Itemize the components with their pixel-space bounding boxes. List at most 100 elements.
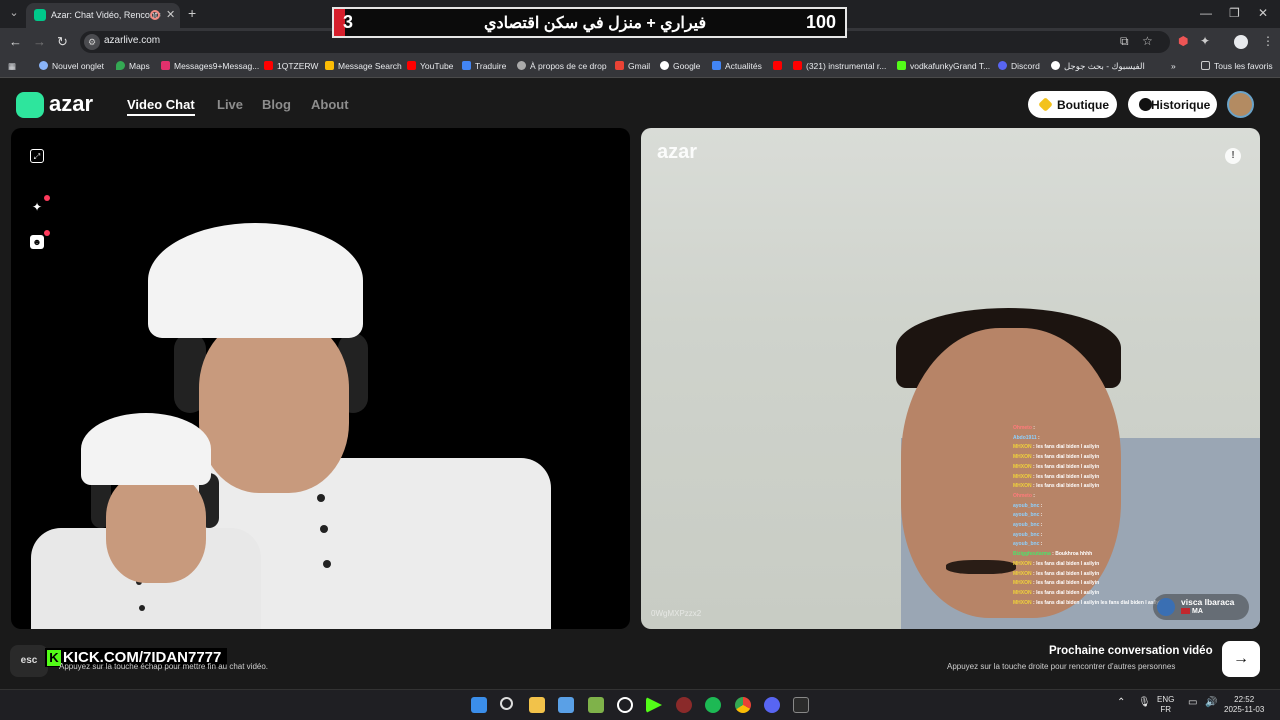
chat-line: MHXON : les fans dial biden l asilyin — [1013, 463, 1100, 470]
kick-app-icon[interactable] — [646, 697, 662, 713]
microphone-icon[interactable]: 🎙 — [1138, 697, 1151, 708]
jacket-button-shape — [320, 525, 328, 533]
chef-hat-shape — [148, 223, 363, 338]
overlay-arabic-text: فيراري + منزل في سكن اقتصادي — [484, 15, 707, 32]
chat-line: MHXON : les fans dial biden l asilyin — [1013, 483, 1100, 490]
chat-line: MHXON : les fans dial biden l asilyin — [1013, 580, 1100, 587]
bookmark-item[interactable]: Google — [660, 61, 700, 71]
nav-live[interactable]: Live — [217, 97, 243, 112]
next-arrow-button[interactable]: → — [1222, 641, 1260, 677]
news-icon — [712, 61, 721, 70]
spotify-icon[interactable] — [705, 697, 721, 713]
bookmark-item[interactable]: Actualités — [712, 61, 762, 71]
chat-line: MHXON : les fans dial biden l asilyin le… — [1013, 599, 1164, 606]
youtube-icon — [773, 61, 782, 70]
network-icon[interactable]: ▭ — [1188, 697, 1197, 708]
chat-line: Bizigghoutarma : Boukhroa hhhh — [1013, 551, 1093, 558]
tab-close-icon[interactable]: ✕ — [166, 8, 175, 21]
bookmark-item[interactable]: Discord — [998, 61, 1040, 71]
file-explorer-icon[interactable] — [529, 697, 545, 713]
browser-menu-icon[interactable]: ⋮ — [1262, 34, 1274, 48]
volume-icon[interactable]: 🔊 — [1205, 697, 1217, 708]
reload-icon[interactable]: ↻ — [57, 34, 68, 50]
epic-games-icon[interactable] — [793, 697, 809, 713]
chrome-icon[interactable] — [735, 697, 751, 713]
boutique-button[interactable]: Boutique — [1028, 91, 1117, 118]
taskbar: ⌃ ENG FR 🎙 ▭ 🔊 22:52 2025-11-03 — [0, 689, 1280, 720]
peer-user-id: 0WgMXPzzx2 — [651, 609, 702, 618]
all-bookmarks[interactable]: Tous les favoris — [1201, 61, 1273, 71]
tray-chevron-icon[interactable]: ⌃ — [1117, 697, 1125, 708]
browser-tab[interactable]: Azar: Chat Vidéo, Rencontre ✕ — [26, 3, 180, 28]
azar-logo-icon[interactable] — [16, 92, 44, 118]
gem-icon — [1038, 97, 1053, 112]
youtube-icon — [407, 61, 416, 70]
bookmark-star-icon[interactable]: ☆ — [1142, 34, 1153, 48]
report-shield-icon[interactable]: ! — [1225, 148, 1241, 164]
tab-title: Azar: Chat Vidéo, Rencontre — [51, 10, 161, 20]
bookmark-item[interactable]: الفيسبوك - بحث جوجل — [1051, 61, 1145, 72]
esc-key-button[interactable]: esc — [10, 645, 48, 677]
peer-info-chip[interactable]: visca lbaraca MA — [1153, 594, 1249, 620]
extensions-puzzle-icon[interactable]: ✦ — [1200, 34, 1210, 48]
azar-logo-text[interactable]: azar — [49, 91, 93, 117]
nav-video-chat[interactable]: Video Chat — [127, 97, 195, 116]
face-filter-icon[interactable]: ☻ — [30, 235, 44, 249]
app-icon[interactable] — [676, 697, 692, 713]
chat-line: ayoub_bnc : — [1013, 502, 1043, 509]
app-icon[interactable] — [588, 697, 604, 713]
window-close-icon[interactable]: ✕ — [1258, 6, 1268, 20]
jacket-button-shape — [139, 605, 145, 611]
face-shape — [199, 318, 349, 493]
search-icon[interactable] — [500, 697, 513, 710]
chat-line: MHXON : les fans dial biden l asilyin — [1013, 560, 1100, 567]
chat-line: MHXON : les fans dial biden l asilyin — [1013, 589, 1100, 596]
historique-button[interactable]: Historique — [1128, 91, 1217, 118]
forward-icon[interactable]: → — [33, 34, 46, 49]
fullscreen-icon[interactable]: ⤢ — [30, 149, 44, 163]
profile-icon[interactable] — [1234, 35, 1248, 49]
bookmark-item[interactable]: Gmail — [615, 61, 650, 71]
discord-taskbar-icon[interactable] — [764, 697, 780, 713]
bookmarks-overflow-icon[interactable]: » — [1171, 61, 1176, 71]
new-tab-icon[interactable]: + — [188, 5, 196, 21]
minimize-icon[interactable]: — — [1200, 6, 1212, 20]
recording-icon — [150, 10, 160, 20]
nav-about[interactable]: About — [311, 97, 349, 112]
url-text: azarlive.com — [104, 35, 161, 46]
google-icon — [660, 61, 669, 70]
user-avatar[interactable] — [1227, 91, 1254, 118]
bookmark-item[interactable]: Messages9+Messag... — [161, 61, 259, 71]
windows-start-icon[interactable] — [471, 697, 487, 713]
cast-icon[interactable]: ⧉ — [1120, 34, 1129, 49]
back-icon[interactable]: ← — [9, 34, 22, 49]
folder-icon — [1201, 61, 1210, 70]
store-icon[interactable] — [558, 697, 574, 713]
bookmark-item[interactable]: vodkafunkyGrand T... — [897, 61, 990, 71]
site-info-icon[interactable]: ⚙ — [84, 34, 100, 50]
effects-sparkle-icon[interactable]: ✦ — [30, 200, 44, 214]
globe-icon — [517, 61, 526, 70]
extension-icon[interactable]: ⬢ — [1178, 34, 1188, 48]
maximize-icon[interactable]: ❐ — [1229, 6, 1240, 20]
azar-watermark: azar — [657, 141, 698, 163]
bookmark-item[interactable]: Message Search — [325, 61, 402, 71]
bookmark-item[interactable]: À propos de ce drop — [517, 61, 607, 71]
bookmark-item[interactable]: (321) instrumental r... — [793, 61, 886, 71]
bookmark-item[interactable]: 1QTZERW — [264, 61, 318, 71]
bookmark-item[interactable] — [773, 61, 786, 71]
obs-icon[interactable] — [617, 697, 633, 713]
bookmark-item[interactable]: Traduire — [462, 61, 506, 71]
overlay-left-number: 3 — [343, 12, 354, 32]
apps-grid-icon[interactable]: ▦ — [8, 61, 16, 72]
language-indicator[interactable]: ENG FR — [1157, 695, 1174, 715]
bookmark-item[interactable]: Maps — [116, 61, 150, 71]
local-video: ⤢ ✦ ☻ — [11, 128, 630, 629]
next-conversation-title: Prochaine conversation vidéo — [1049, 645, 1213, 657]
clock[interactable]: 22:52 2025-11-03 — [1224, 695, 1264, 715]
bookmark-item[interactable]: YouTube — [407, 61, 453, 71]
nav-blog[interactable]: Blog — [262, 97, 291, 112]
chat-line: ayoub_bnc : — [1013, 522, 1043, 529]
tab-search-icon[interactable]: ⌄ — [6, 5, 22, 21]
bookmark-item[interactable]: Nouvel onglet — [39, 61, 104, 71]
